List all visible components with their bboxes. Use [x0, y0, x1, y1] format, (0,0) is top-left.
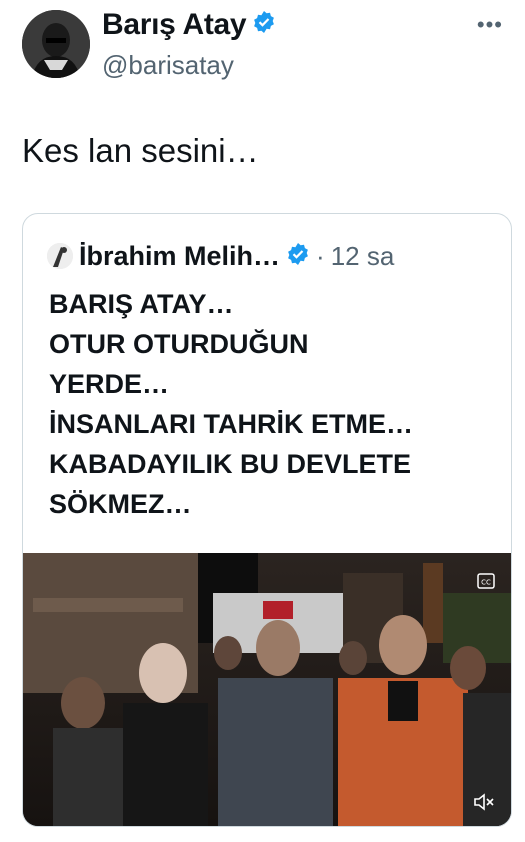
author-display-name[interactable]: Barış Atay	[102, 8, 276, 42]
svg-text:CC: CC	[481, 579, 491, 587]
quoted-author-name[interactable]: İbrahim Melih…	[79, 241, 280, 272]
separator-dot: ·	[316, 240, 325, 271]
more-horizontal-icon[interactable]: •••	[477, 12, 503, 38]
quoted-text-line: SÖKMEZ…	[49, 489, 192, 519]
verified-badge-icon	[252, 8, 276, 42]
quoted-tweet-header: İbrahim Melih… · 12 sa	[47, 236, 394, 276]
video-frame	[23, 553, 511, 826]
quoted-text-line: İNSANLARI TAHRİK ETME…	[49, 409, 413, 439]
author-name-text: Barış Atay	[102, 8, 247, 41]
quoted-tweet[interactable]: İbrahim Melih… · 12 sa BARIŞ ATAY… OTUR …	[22, 213, 512, 827]
tweet-text: Kes lan sesini…	[22, 132, 259, 169]
quoted-tweet-text: BARIŞ ATAY… OTUR OTURDUĞUN YERDE… İNSANL…	[49, 284, 499, 524]
quoted-timestamp[interactable]: 12 sa	[331, 241, 395, 272]
quoted-text-line: YERDE…	[49, 369, 170, 399]
quoted-author-avatar[interactable]	[47, 243, 73, 269]
quoted-video[interactable]: CC	[23, 553, 511, 826]
quoted-text-line: BARIŞ ATAY…	[49, 289, 234, 319]
author-avatar[interactable]	[22, 10, 90, 78]
muted-speaker-icon[interactable]	[473, 793, 495, 816]
verified-badge-icon	[286, 242, 310, 271]
tweet-header: Barış Atay @barisatay •••	[0, 0, 525, 100]
quoted-text-line: OTUR OTURDUĞUN	[49, 329, 309, 359]
author-handle[interactable]: @barisatay	[102, 50, 234, 81]
captions-icon[interactable]: CC	[477, 573, 495, 594]
quoted-text-line: KABADAYILIK BU DEVLETE	[49, 449, 412, 479]
